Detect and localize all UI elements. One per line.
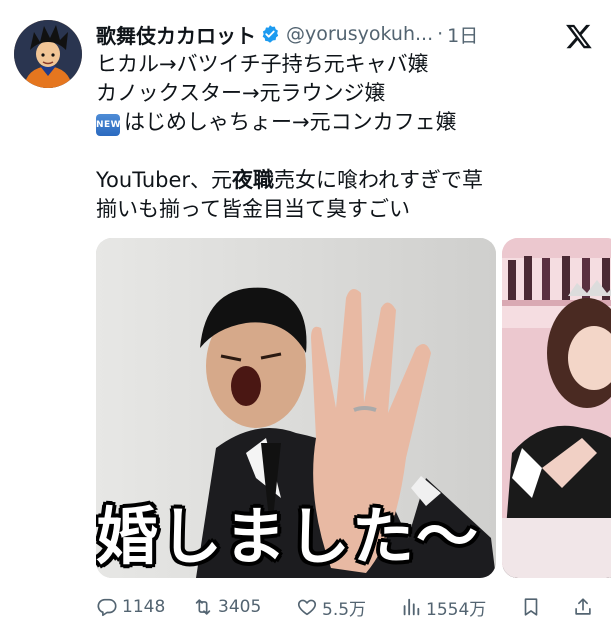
reply-count: 1148 bbox=[122, 597, 166, 617]
tweet-line-1: ヒカル→バツイチ子持ち元キャバ嬢 bbox=[96, 52, 429, 76]
x-logo-icon bbox=[566, 24, 592, 49]
bookmark-icon bbox=[524, 598, 538, 616]
avatar[interactable] bbox=[14, 20, 82, 88]
timestamp[interactable]: 1日 bbox=[447, 21, 478, 48]
like-button[interactable]: 5.5万 bbox=[296, 592, 366, 622]
tweet-text: ヒカル→バツイチ子持ち元キャバ嬢 カノックスター→元ラウンジ嬢 NEW はじめしゃ… bbox=[96, 50, 596, 224]
tweet-line-3-text: はじめしゃちょー→元コンカフェ嬢 bbox=[124, 110, 457, 134]
tweet-line-4-bold: 夜職 bbox=[232, 168, 275, 192]
heart-icon bbox=[297, 599, 317, 616]
tweet-line-2: カノックスター→元ラウンジ嬢 bbox=[96, 81, 386, 105]
share-icon bbox=[575, 598, 591, 615]
reply-icon bbox=[97, 598, 117, 617]
tweet-line-3: NEW はじめしゃちょー→元コンカフェ嬢 bbox=[96, 108, 596, 137]
reply-button[interactable]: 1148 bbox=[96, 592, 165, 622]
views-icon bbox=[403, 598, 420, 616]
tweet-card: 歌舞伎カカロット @yorusyokuh... · 1日 ヒカル→バツイチ子持ち… bbox=[0, 0, 611, 640]
tweet-header: 歌舞伎カカロット @yorusyokuh... · 1日 bbox=[96, 18, 478, 50]
verified-badge-icon bbox=[262, 25, 279, 43]
media-caption: 婚しました〜 bbox=[96, 500, 481, 573]
views-button[interactable]: 1554万 bbox=[400, 592, 486, 622]
retweet-count: 3405 bbox=[218, 597, 262, 617]
tweet-line-4: YouTuber、元夜職売女に喰われすぎで草 bbox=[96, 166, 596, 195]
retweet-icon bbox=[195, 599, 211, 615]
like-count: 5.5万 bbox=[322, 599, 367, 620]
new-badge-icon: NEW bbox=[96, 114, 121, 136]
tweet-line-4-pre: YouTuber、元 bbox=[96, 168, 233, 192]
bookmark-button[interactable] bbox=[520, 592, 546, 622]
media-image-2[interactable] bbox=[502, 238, 611, 578]
user-handle[interactable]: @yorusyokuh... bbox=[286, 23, 433, 45]
media-photo-2 bbox=[502, 238, 611, 578]
avatar-image bbox=[14, 20, 82, 88]
views-count: 1554万 bbox=[426, 599, 487, 620]
display-name[interactable]: 歌舞伎カカロット bbox=[96, 20, 256, 49]
retweet-button[interactable]: 3405 bbox=[192, 592, 261, 622]
tweet-line-5: 揃いも揃って皆金目当て臭すごい bbox=[96, 197, 410, 221]
tweet-line-4-post: 売女に喰われすぎで草 bbox=[274, 168, 483, 192]
share-button[interactable] bbox=[572, 592, 598, 622]
separator-dot: · bbox=[437, 23, 444, 45]
